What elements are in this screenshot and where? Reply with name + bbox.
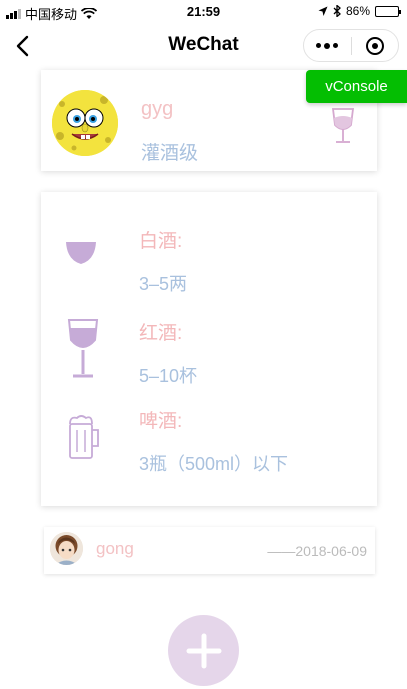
bluetooth-icon	[333, 5, 341, 17]
plus-icon	[186, 633, 221, 668]
wine-glass-icon	[67, 316, 99, 385]
add-post-button[interactable]	[168, 615, 239, 686]
drink-amount: 3瓶（500ml）以下	[139, 454, 289, 474]
profile-level: 灌酒级	[141, 143, 199, 164]
user-avatar[interactable]	[52, 90, 118, 156]
drink-amount: 5–10杯	[139, 366, 198, 386]
drink-name: 白酒:	[139, 231, 183, 252]
drink-name: 啤酒:	[139, 411, 183, 432]
wine-level-icon	[329, 107, 357, 152]
post-list-item[interactable]: gong ——2018-06-09	[44, 527, 375, 574]
drink-name: 红酒:	[139, 323, 183, 344]
status-right: 86%	[318, 4, 401, 18]
beer-mug-icon	[67, 414, 101, 467]
more-dots-icon	[316, 43, 322, 48]
close-mini-program-button[interactable]	[352, 30, 399, 61]
post-date: ——2018-06-09	[267, 543, 367, 559]
more-button[interactable]	[304, 30, 351, 61]
location-icon	[318, 6, 328, 16]
drink-row-beer: 啤酒: 3瓶（500ml）以下	[41, 396, 377, 486]
post-username: gong	[96, 539, 134, 558]
spongebob-avatar-icon	[52, 90, 118, 156]
vconsole-button[interactable]: vConsole	[306, 70, 407, 103]
drinks-card: 白酒: 3–5两 红酒: 5–10杯 啤酒: 3瓶（500ml）以下	[41, 192, 377, 506]
post-avatar	[50, 532, 83, 565]
battery-icon	[375, 5, 401, 17]
target-icon	[365, 36, 384, 55]
profile-username: gyg	[141, 98, 174, 120]
nav-bar: WeChat	[0, 24, 407, 68]
baijiu-cup-icon	[63, 238, 99, 273]
battery-percent: 86%	[345, 4, 370, 18]
drink-amount: 3–5两	[139, 274, 188, 294]
status-bar: 中国移动 21:59 86%	[0, 0, 407, 24]
drink-row-baijiu: 白酒: 3–5两	[41, 212, 377, 302]
drink-row-wine: 红酒: 5–10杯	[41, 304, 377, 394]
mini-program-capsule	[303, 29, 399, 62]
